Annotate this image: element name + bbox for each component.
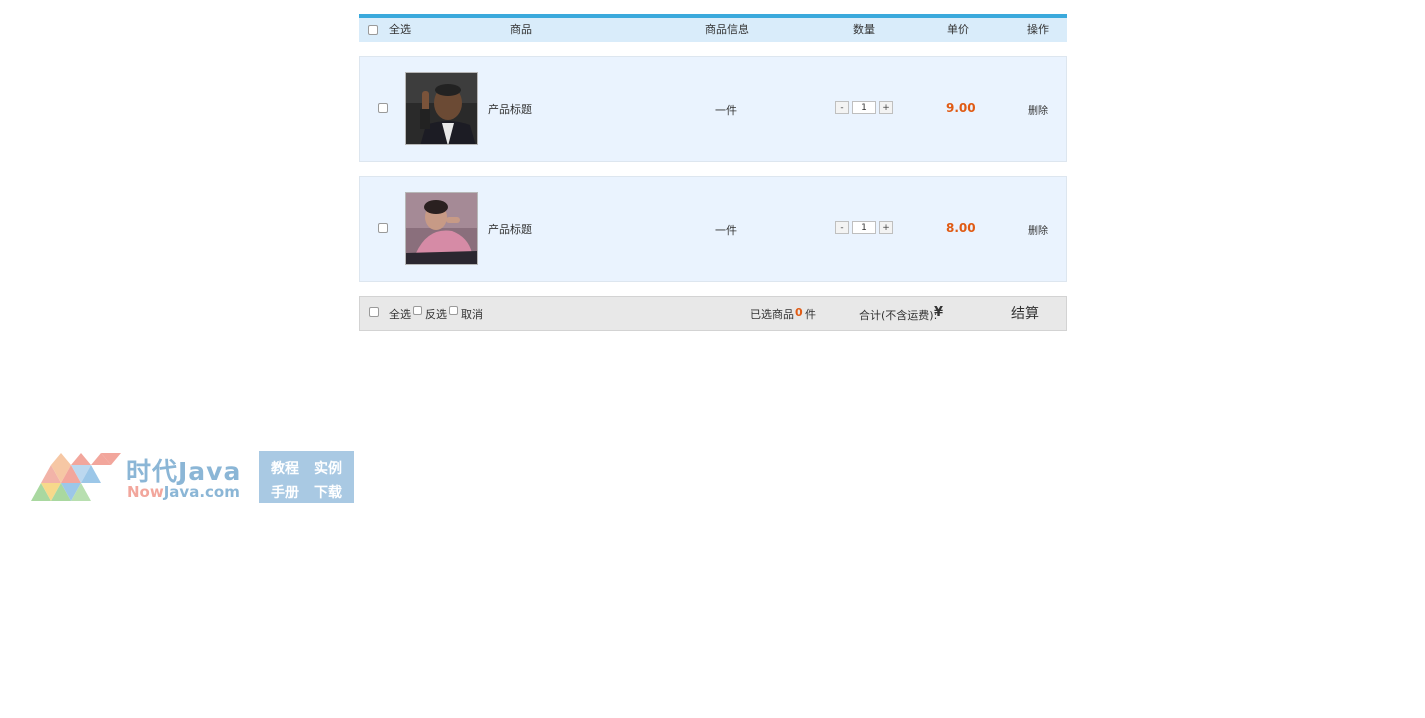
product-image[interactable]	[405, 72, 478, 145]
increment-button[interactable]: +	[879, 221, 893, 234]
tag-download: 下载	[314, 485, 342, 501]
invert-selection-checkbox[interactable]	[413, 306, 422, 315]
header-quantity: 数量	[853, 23, 875, 36]
footer-select-all-checkbox[interactable]	[369, 307, 379, 317]
selected-items-label: 已选商品	[750, 308, 794, 321]
cancel-selection-checkbox[interactable]	[449, 306, 458, 315]
delete-link[interactable]: 删除	[1028, 102, 1048, 117]
header-action: 操作	[1027, 23, 1049, 36]
cart-item: 产品标题 一件 - 1 + 8.00 删除	[359, 176, 1067, 282]
watermark-tags: 教程 实例 手册 下载	[259, 451, 354, 503]
unit-price: 8.00	[946, 221, 976, 235]
quantity-input[interactable]: 1	[852, 221, 876, 234]
header-select-all-checkbox[interactable]	[368, 25, 378, 35]
cart-footer: 全选 反选 取消 已选商品 0 件 合计(不含运费): ¥ 结算	[359, 296, 1067, 331]
header-unit-price: 单价	[947, 23, 969, 36]
footer-select-all-label: 全选	[389, 308, 411, 321]
brand-name-en: NowJava.com	[127, 483, 240, 501]
product-info: 一件	[715, 104, 737, 117]
unit-price: 9.00	[946, 101, 976, 115]
brand-now: Now	[127, 483, 164, 501]
item-checkbox[interactable]	[378, 223, 388, 233]
header-product-info: 商品信息	[705, 23, 749, 36]
quantity-stepper: - 1 +	[835, 101, 893, 114]
currency-symbol: ¥	[934, 305, 944, 320]
header-select-all-label: 全选	[389, 23, 411, 36]
cart-header: 全选 商品 商品信息 数量 单价 操作	[359, 14, 1067, 42]
brand-java-com: Java.com	[163, 483, 240, 501]
product-image[interactable]	[405, 192, 478, 265]
watermark-logo: 时代Java NowJava.com 教程 实例 手册 下载	[31, 451, 354, 503]
cart-item: 产品标题 一件 - 1 + 9.00 删除	[359, 56, 1067, 162]
shopping-cart: 全选 商品 商品信息 数量 单价 操作 产品标题 一件 - 1 + 9.00 删…	[359, 14, 1067, 331]
quantity-stepper: - 1 +	[835, 221, 893, 234]
selected-unit: 件	[805, 308, 816, 321]
cancel-selection-label: 取消	[461, 308, 483, 321]
tag-manual: 手册	[271, 485, 299, 501]
invert-selection-label: 反选	[425, 308, 447, 321]
checkout-button[interactable]: 结算	[1011, 303, 1039, 323]
quantity-input[interactable]: 1	[852, 101, 876, 114]
product-title[interactable]: 产品标题	[488, 101, 532, 117]
decrement-button[interactable]: -	[835, 101, 849, 114]
tag-tutorial: 教程	[271, 461, 299, 477]
product-title[interactable]: 产品标题	[488, 221, 532, 237]
delete-link[interactable]: 删除	[1028, 222, 1048, 237]
triangle-logo-icon	[31, 453, 121, 501]
item-checkbox[interactable]	[378, 103, 388, 113]
increment-button[interactable]: +	[879, 101, 893, 114]
product-info: 一件	[715, 224, 737, 237]
total-label: 合计(不含运费):	[859, 309, 938, 322]
decrement-button[interactable]: -	[835, 221, 849, 234]
header-product: 商品	[510, 23, 532, 36]
tag-example: 实例	[314, 461, 342, 477]
selected-count: 0	[795, 306, 803, 319]
